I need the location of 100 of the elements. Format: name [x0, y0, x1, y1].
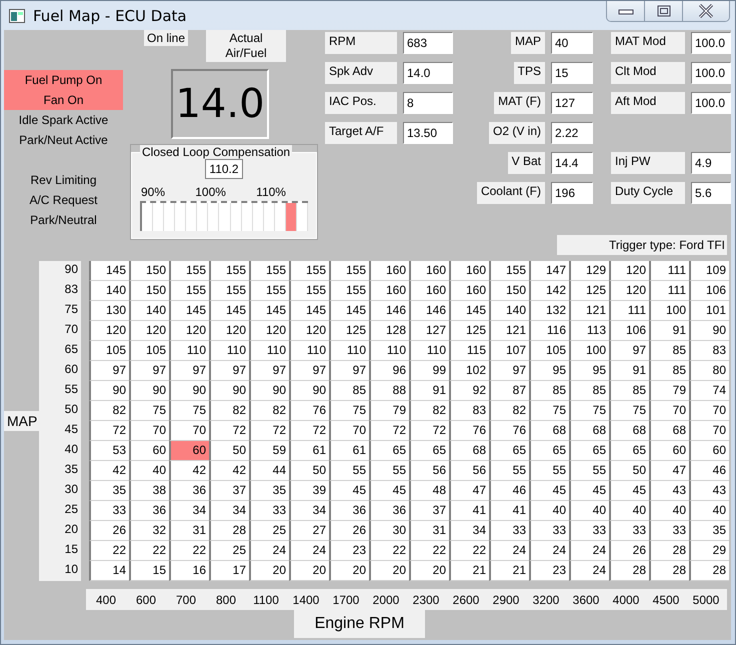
table-cell[interactable]: 30	[369, 521, 409, 541]
table-cell[interactable]: 80	[689, 361, 729, 381]
table-cell[interactable]: 160	[369, 261, 409, 281]
table-cell[interactable]: 22	[129, 541, 169, 561]
table-cell[interactable]: 145	[449, 301, 489, 321]
table-cell[interactable]: 111	[649, 261, 689, 281]
table-cell[interactable]: 110	[169, 341, 209, 361]
value-field[interactable]: 14.0	[403, 62, 453, 84]
table-cell[interactable]: 20	[369, 561, 409, 581]
table-cell[interactable]: 110	[249, 341, 289, 361]
table-cell[interactable]: 72	[369, 421, 409, 441]
table-cell[interactable]: 99	[409, 361, 449, 381]
table-cell[interactable]: 56	[449, 461, 489, 481]
table-cell[interactable]: 72	[249, 421, 289, 441]
table-cell[interactable]: 53	[89, 441, 129, 461]
table-cell[interactable]: 85	[569, 381, 609, 401]
table-cell[interactable]: 160	[449, 281, 489, 301]
table-cell[interactable]: 155	[289, 261, 329, 281]
table-cell[interactable]: 65	[529, 441, 569, 461]
value-field[interactable]: 15	[551, 62, 593, 84]
table-cell[interactable]: 56	[409, 461, 449, 481]
table-cell[interactable]: 105	[529, 341, 569, 361]
table-cell[interactable]: 68	[449, 441, 489, 461]
value-field[interactable]: 2.22	[551, 122, 593, 144]
table-cell[interactable]: 75	[609, 401, 649, 421]
table-cell[interactable]: 55	[569, 461, 609, 481]
value-field[interactable]: 100.0	[691, 92, 731, 114]
value-field[interactable]: 5.6	[691, 182, 731, 204]
table-cell[interactable]: 155	[169, 261, 209, 281]
table-cell[interactable]: 55	[529, 461, 569, 481]
table-cell[interactable]: 37	[409, 501, 449, 521]
table-cell[interactable]: 27	[289, 521, 329, 541]
table-cell[interactable]: 33	[569, 521, 609, 541]
table-cell[interactable]: 44	[249, 461, 289, 481]
value-field[interactable]: 127	[551, 92, 593, 114]
table-cell[interactable]: 29	[689, 541, 729, 561]
table-cell[interactable]: 50	[209, 441, 249, 461]
table-cell[interactable]: 21	[449, 561, 489, 581]
table-cell[interactable]: 33	[609, 521, 649, 541]
table-cell[interactable]: 42	[169, 461, 209, 481]
table-cell[interactable]: 97	[609, 341, 649, 361]
table-cell[interactable]: 28	[609, 561, 649, 581]
value-field[interactable]: 683	[403, 32, 453, 54]
table-cell[interactable]: 120	[209, 321, 249, 341]
table-cell[interactable]: 146	[369, 301, 409, 321]
table-cell[interactable]: 40	[689, 501, 729, 521]
table-cell[interactable]: 79	[649, 381, 689, 401]
table-cell[interactable]: 120	[169, 321, 209, 341]
table-cell[interactable]: 33	[649, 521, 689, 541]
table-cell[interactable]: 65	[369, 441, 409, 461]
table-cell[interactable]: 70	[689, 401, 729, 421]
table-cell[interactable]: 38	[129, 481, 169, 501]
table-cell[interactable]: 120	[89, 321, 129, 341]
table-cell[interactable]: 22	[169, 541, 209, 561]
table-cell[interactable]: 97	[129, 361, 169, 381]
table-cell[interactable]: 83	[449, 401, 489, 421]
table-cell[interactable]: 45	[369, 481, 409, 501]
table-cell[interactable]: 14	[89, 561, 129, 581]
table-cell[interactable]: 110	[209, 341, 249, 361]
table-cell[interactable]: 130	[89, 301, 129, 321]
table-cell[interactable]: 25	[209, 541, 249, 561]
value-field[interactable]: 8	[403, 92, 453, 114]
table-cell[interactable]: 20	[249, 561, 289, 581]
table-cell[interactable]: 34	[449, 521, 489, 541]
table-cell[interactable]: 39	[289, 481, 329, 501]
table-cell[interactable]: 61	[289, 441, 329, 461]
table-cell[interactable]: 97	[249, 361, 289, 381]
table-cell[interactable]: 31	[409, 521, 449, 541]
table-cell[interactable]: 121	[569, 301, 609, 321]
table-cell[interactable]: 97	[209, 361, 249, 381]
table-cell[interactable]: 47	[649, 461, 689, 481]
table-cell[interactable]: 24	[249, 541, 289, 561]
table-cell[interactable]: 120	[609, 261, 649, 281]
table-cell[interactable]: 45	[569, 481, 609, 501]
table-cell[interactable]: 92	[449, 381, 489, 401]
table-cell[interactable]: 40	[649, 501, 689, 521]
table-cell[interactable]: 142	[529, 281, 569, 301]
table-cell[interactable]: 140	[89, 281, 129, 301]
table-cell[interactable]: 75	[129, 401, 169, 421]
table-cell[interactable]: 140	[489, 301, 529, 321]
table-cell[interactable]: 82	[89, 401, 129, 421]
table-cell[interactable]: 85	[329, 381, 369, 401]
table-cell[interactable]: 36	[369, 501, 409, 521]
table-cell[interactable]: 90	[209, 381, 249, 401]
table-cell[interactable]: 70	[169, 421, 209, 441]
table-cell[interactable]: 150	[129, 261, 169, 281]
value-field[interactable]: 100.0	[691, 32, 731, 54]
table-cell[interactable]: 24	[569, 541, 609, 561]
table-cell[interactable]: 95	[569, 361, 609, 381]
table-cell[interactable]: 90	[249, 381, 289, 401]
table-cell[interactable]: 150	[129, 281, 169, 301]
value-field[interactable]: 14.4	[551, 152, 593, 174]
table-cell[interactable]: 26	[89, 521, 129, 541]
table-cell[interactable]: 90	[289, 381, 329, 401]
table-cell[interactable]: 97	[289, 361, 329, 381]
table-cell[interactable]: 76	[489, 421, 529, 441]
table-cell[interactable]: 91	[609, 361, 649, 381]
table-cell[interactable]: 100	[649, 301, 689, 321]
table-cell[interactable]: 145	[289, 301, 329, 321]
table-cell[interactable]: 106	[689, 281, 729, 301]
